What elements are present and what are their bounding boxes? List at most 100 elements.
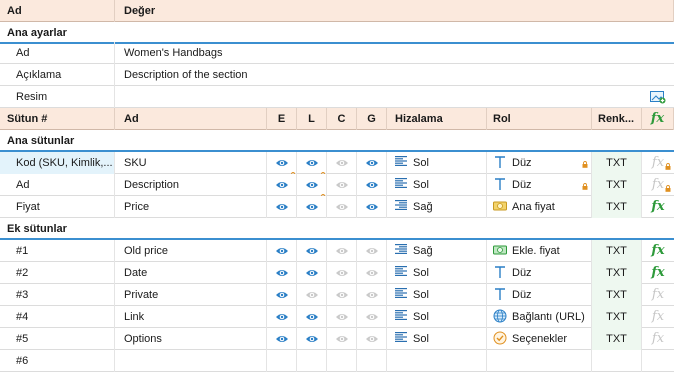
header-col-align[interactable]: Hizalama [387,108,487,130]
column-name[interactable]: Description [115,174,267,196]
formula-cell[interactable]: fx [642,328,674,350]
visibility-g-toggle[interactable] [357,196,387,218]
formula-cell[interactable]: fx [642,174,674,196]
visibility-e-toggle[interactable] [267,306,297,328]
column-row[interactable]: #1 Old price Sağ Ekle. fiyat TXT fx [0,240,674,262]
visibility-e-toggle[interactable] [267,284,297,306]
setting-value-description[interactable]: Description of the section [115,64,674,86]
type-cell[interactable]: TXT [592,262,642,284]
column-row[interactable]: #5 Options Sol Seçenekler TXT fx [0,328,674,350]
setting-row-image[interactable]: Resim [0,86,674,108]
visibility-l-toggle[interactable] [297,196,327,218]
column-number[interactable]: Ad [0,174,115,196]
column-number[interactable]: Kod (SKU, Kimlik,... [0,152,115,174]
column-number[interactable]: #3 [0,284,115,306]
type-cell[interactable]: TXT [592,284,642,306]
group-main-columns[interactable]: Ana sütunlar [0,130,674,152]
empty-cell[interactable] [642,350,674,372]
alignment-cell[interactable]: Sol [387,174,487,196]
header-col-number[interactable]: Sütun # [0,108,115,130]
column-row[interactable]: #2 Date Sol Düz TXT fx [0,262,674,284]
column-name[interactable]: Link [115,306,267,328]
group-main-settings[interactable]: Ana ayarlar [0,22,674,44]
empty-cell[interactable] [327,350,357,372]
visibility-e-toggle[interactable] [267,196,297,218]
alignment-cell[interactable]: Sağ [387,196,487,218]
setting-value-image[interactable] [115,86,674,108]
type-cell[interactable]: TXT [592,240,642,262]
visibility-e-toggle[interactable] [267,262,297,284]
empty-cell[interactable] [267,350,297,372]
visibility-c-toggle[interactable] [327,262,357,284]
header-col-name[interactable]: Ad [0,0,115,22]
visibility-e-toggle[interactable] [267,328,297,350]
formula-cell[interactable]: fx [642,196,674,218]
add-image-icon[interactable] [650,90,666,104]
type-cell[interactable]: TXT [592,196,642,218]
column-name[interactable]: Price [115,196,267,218]
role-cell[interactable]: Düz [487,284,592,306]
column-row[interactable]: Fiyat Price Sağ Ana fiyat TXT fx [0,196,674,218]
formula-cell[interactable]: fx [642,262,674,284]
column-number[interactable]: #6 [0,350,115,372]
alignment-cell[interactable]: Sol [387,328,487,350]
visibility-l-toggle[interactable] [297,262,327,284]
alignment-cell[interactable]: Sol [387,284,487,306]
role-cell[interactable]: Düz [487,174,592,196]
column-name[interactable]: Options [115,328,267,350]
visibility-e-toggle[interactable] [267,174,297,196]
formula-cell[interactable]: fx [642,306,674,328]
header-fx-icon[interactable]: fx [642,108,674,130]
header-col-role[interactable]: Rol [487,108,592,130]
visibility-c-toggle[interactable] [327,174,357,196]
setting-value-name[interactable]: Women's Handbags [115,42,674,64]
header-col-e[interactable]: E [267,108,297,130]
visibility-e-toggle[interactable] [267,240,297,262]
visibility-l-toggle[interactable] [297,152,327,174]
role-cell[interactable]: Düz [487,152,592,174]
formula-cell[interactable]: fx [642,240,674,262]
visibility-g-toggle[interactable] [357,306,387,328]
visibility-l-toggle[interactable] [297,174,327,196]
type-cell[interactable]: TXT [592,174,642,196]
header-col-l[interactable]: L [297,108,327,130]
column-name[interactable]: Date [115,262,267,284]
type-cell[interactable]: TXT [592,306,642,328]
empty-cell[interactable] [592,350,642,372]
column-row[interactable]: Ad Description Sol Düz TXT fx [0,174,674,196]
role-cell[interactable]: Bağlantı (URL) [487,306,592,328]
column-row[interactable]: #4 Link Sol Bağlantı (URL) TXT fx [0,306,674,328]
visibility-c-toggle[interactable] [327,306,357,328]
visibility-c-toggle[interactable] [327,152,357,174]
visibility-g-toggle[interactable] [357,284,387,306]
column-name[interactable]: Private [115,284,267,306]
visibility-g-toggle[interactable] [357,262,387,284]
setting-row-name[interactable]: Ad Women's Handbags [0,42,674,64]
visibility-g-toggle[interactable] [357,152,387,174]
column-name[interactable] [115,350,267,372]
empty-cell[interactable] [357,350,387,372]
header-col-color[interactable]: Renk... [592,108,642,130]
visibility-c-toggle[interactable] [327,196,357,218]
column-number[interactable]: Fiyat [0,196,115,218]
alignment-cell[interactable]: Sol [387,262,487,284]
visibility-l-toggle[interactable] [297,328,327,350]
header-col-g[interactable]: G [357,108,387,130]
column-number[interactable]: #2 [0,262,115,284]
column-name[interactable]: SKU [115,152,267,174]
column-name[interactable]: Old price [115,240,267,262]
role-cell[interactable]: Ekle. fiyat [487,240,592,262]
visibility-g-toggle[interactable] [357,174,387,196]
column-row[interactable]: #6 [0,350,674,372]
group-extra-columns[interactable]: Ek sütunlar [0,218,674,240]
header-col-value[interactable]: Değer [115,0,674,22]
role-cell[interactable]: Ana fiyat [487,196,592,218]
column-number[interactable]: #1 [0,240,115,262]
header-col-c[interactable]: C [327,108,357,130]
visibility-l-toggle[interactable] [297,306,327,328]
visibility-l-toggle[interactable] [297,240,327,262]
role-cell[interactable]: Düz [487,262,592,284]
header-col-name[interactable]: Ad [115,108,267,130]
alignment-cell[interactable]: Sol [387,152,487,174]
visibility-g-toggle[interactable] [357,328,387,350]
